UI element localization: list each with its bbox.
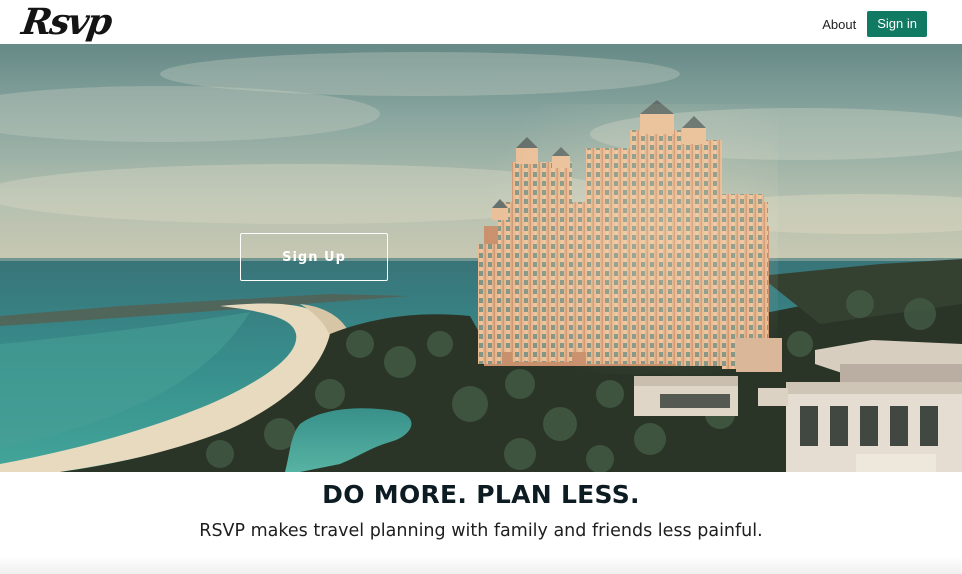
sign-up-button[interactable]: Sign Up [240,233,388,281]
landing-page: Rsvp About Sign in Sign Up DO MORE. PLAN… [0,0,962,574]
about-link[interactable]: About [819,13,859,36]
headline: DO MORE. PLAN LESS. [322,480,640,509]
bottom-divider [0,556,962,574]
hero-resort-image [0,44,962,472]
nav-links: About Sign in [819,11,927,37]
sign-in-button[interactable]: Sign in [867,11,927,37]
rsvp-logo[interactable]: Rsvp [19,0,113,44]
subheadline: RSVP makes travel planning with family a… [199,521,763,541]
top-navbar: Rsvp About Sign in [0,0,962,44]
hero-banner: Sign Up [0,44,962,472]
